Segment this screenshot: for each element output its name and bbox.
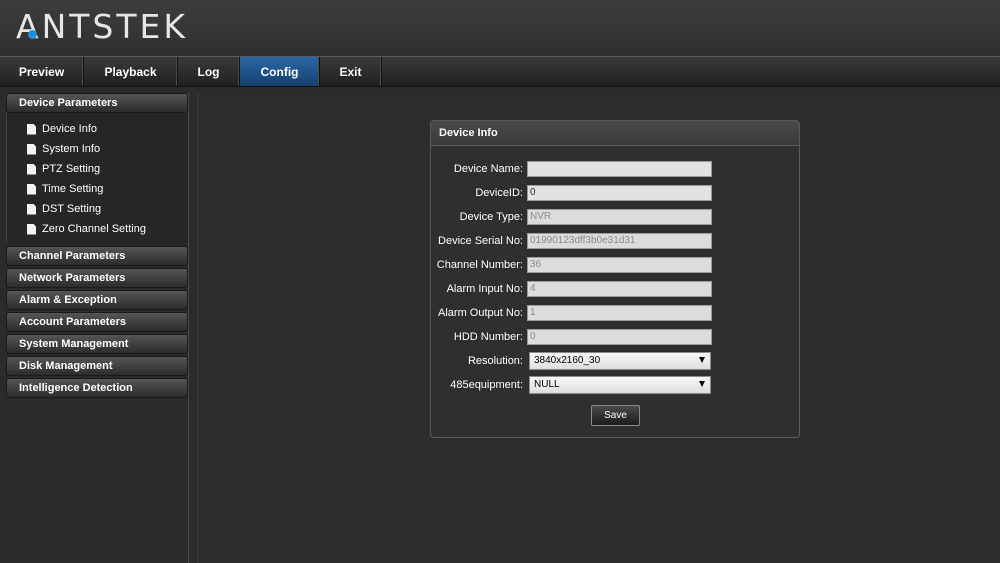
form-row-device-id: DeviceID:	[431, 184, 799, 201]
chevron-down-icon	[699, 356, 705, 363]
document-icon	[27, 123, 36, 135]
hdd-number-field	[527, 328, 712, 345]
tab-playback[interactable]: Playback	[84, 57, 178, 86]
form-row-resolution: Resolution: 3840x2160_30	[431, 351, 799, 370]
document-icon	[27, 163, 36, 175]
sidebar-item-label: System Info	[42, 143, 101, 155]
tab-config[interactable]: Config	[240, 57, 320, 86]
alarm-output-field	[527, 304, 712, 321]
device-id-input[interactable]	[527, 184, 712, 201]
form-row-hdd-number: HDD Number:	[431, 328, 799, 345]
tab-log[interactable]: Log	[178, 57, 240, 86]
device-id-label: DeviceID:	[475, 186, 523, 199]
form-row-alarm-output: Alarm Output No:	[431, 304, 799, 321]
sidebar-item-system-info[interactable]: System Info	[7, 139, 188, 159]
channel-number-label: Channel Number:	[436, 258, 523, 271]
resolution-value: 3840x2160_30	[534, 355, 601, 366]
sidebar-item-dst-setting[interactable]: DST Setting	[7, 199, 188, 219]
serial-no-field	[527, 232, 712, 249]
brand-logo: ANTSTEK	[16, 6, 188, 46]
sidebar-divider	[188, 93, 189, 563]
form-row-channel-number: Channel Number:	[431, 256, 799, 273]
sidebar-item-time-setting[interactable]: Time Setting	[7, 179, 188, 199]
logo-text: ANTSTEK	[16, 6, 189, 46]
hdd-number-label: HDD Number:	[453, 330, 523, 343]
equipment-485-label: 485equipment:	[450, 378, 523, 391]
sidebar: Device Parameters Device Info System Inf…	[6, 93, 189, 563]
device-type-field	[527, 208, 712, 225]
form-row-device-name: Device Name:	[431, 160, 799, 177]
sidebar-subitems: Device Info System Info PTZ Setting Time…	[6, 113, 188, 243]
document-icon	[27, 203, 36, 215]
device-info-panel: Device Info Device Name: DeviceID: Devic…	[430, 120, 800, 438]
sidebar-item-label: Device Info	[42, 123, 98, 135]
sidebar-item-label: DST Setting	[42, 203, 102, 215]
sidebar-group-system-management[interactable]: System Management	[6, 334, 188, 354]
chevron-down-icon	[699, 380, 705, 387]
sidebar-group-intelligence-detection[interactable]: Intelligence Detection	[6, 378, 188, 398]
form-row-serial-no: Device Serial No:	[431, 232, 799, 249]
device-type-label: Device Type:	[459, 210, 523, 223]
form-row-alarm-input: Alarm Input No:	[431, 280, 799, 297]
sidebar-item-label: PTZ Setting	[42, 163, 101, 175]
sidebar-item-ptz-setting[interactable]: PTZ Setting	[7, 159, 188, 179]
top-nav: Preview Playback Log Config Exit	[0, 56, 1000, 87]
sidebar-item-device-info[interactable]: Device Info	[7, 119, 188, 139]
tab-preview[interactable]: Preview	[0, 57, 84, 86]
document-icon	[27, 183, 36, 195]
device-name-input[interactable]	[527, 160, 712, 177]
alarm-input-field	[527, 280, 712, 297]
equipment-485-value: NULL	[534, 379, 560, 390]
sidebar-item-label: Time Setting	[42, 183, 104, 195]
sidebar-group-alarm-exception[interactable]: Alarm & Exception	[6, 290, 188, 310]
sidebar-item-label: Zero Channel Setting	[42, 223, 146, 235]
resolution-label: Resolution:	[467, 354, 523, 367]
device-name-label: Device Name:	[453, 162, 523, 175]
sidebar-item-zero-channel-setting[interactable]: Zero Channel Setting	[7, 219, 188, 239]
equipment-485-select[interactable]: NULL	[529, 375, 711, 394]
panel-title: Device Info	[431, 121, 799, 146]
save-button[interactable]: Save	[591, 405, 640, 426]
tab-exit[interactable]: Exit	[320, 57, 382, 86]
header: ANTSTEK	[0, 0, 1000, 56]
sidebar-group-network-parameters[interactable]: Network Parameters	[6, 268, 188, 288]
form-row-485-equipment: 485equipment: NULL	[431, 375, 799, 394]
document-icon	[27, 223, 36, 235]
logo-dot-icon	[28, 30, 37, 39]
sidebar-group-channel-parameters[interactable]: Channel Parameters	[6, 246, 188, 266]
sidebar-group-disk-management[interactable]: Disk Management	[6, 356, 188, 376]
sidebar-group-device-parameters[interactable]: Device Parameters	[6, 93, 188, 113]
resolution-select[interactable]: 3840x2160_30	[529, 351, 711, 370]
serial-no-label: Device Serial No:	[438, 234, 523, 247]
form-row-device-type: Device Type:	[431, 208, 799, 225]
alarm-output-label: Alarm Output No:	[438, 306, 523, 319]
channel-number-field	[527, 256, 712, 273]
sidebar-group-account-parameters[interactable]: Account Parameters	[6, 312, 188, 332]
alarm-input-label: Alarm Input No:	[446, 282, 523, 295]
document-icon	[27, 143, 36, 155]
